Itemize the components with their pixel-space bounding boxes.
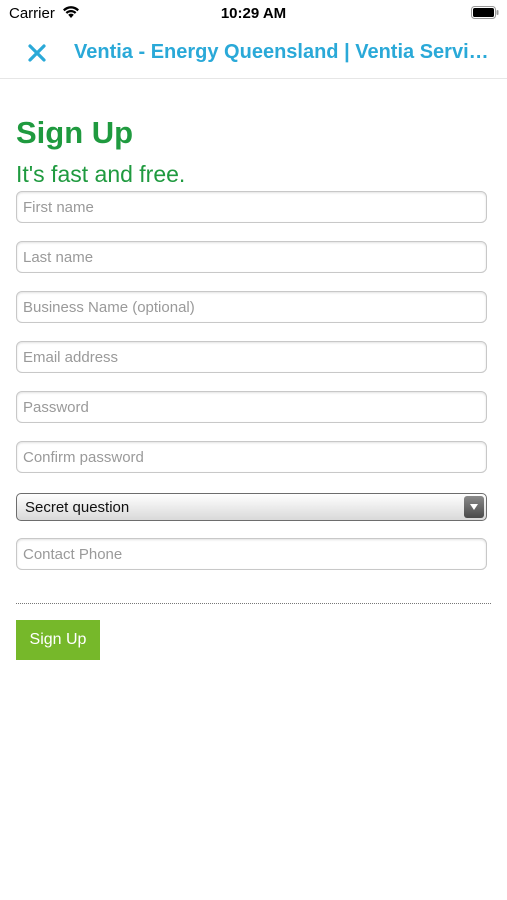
dropdown-arrow-icon <box>464 496 484 518</box>
secret-question-value: Secret question <box>25 499 130 516</box>
nav-title: Ventia - Energy Queensland | Ventia Serv… <box>74 41 494 63</box>
status-time: 10:29 AM <box>220 5 287 22</box>
contact-phone-input[interactable] <box>16 538 487 570</box>
last-name-input[interactable] <box>16 241 487 273</box>
business-name-input[interactable] <box>16 291 487 323</box>
page-subtitle: It's fast and free. <box>16 161 186 187</box>
form-divider <box>16 603 491 604</box>
email-input[interactable] <box>16 341 487 373</box>
battery-icon <box>471 6 499 19</box>
secret-question-select[interactable]: Secret question <box>16 493 487 521</box>
sign-up-button[interactable]: Sign Up <box>16 620 100 660</box>
password-input[interactable] <box>16 391 487 423</box>
page-title: Sign Up <box>16 115 134 150</box>
signup-screen: Carrier 10:29 AM Ventia - Energy Queensl… <box>0 0 507 900</box>
status-bar: Carrier 10:29 AM <box>0 0 507 28</box>
close-icon[interactable] <box>24 40 50 66</box>
nav-bar: Ventia - Energy Queensland | Ventia Serv… <box>0 28 507 79</box>
first-name-input[interactable] <box>16 191 487 223</box>
confirm-password-input[interactable] <box>16 441 487 473</box>
